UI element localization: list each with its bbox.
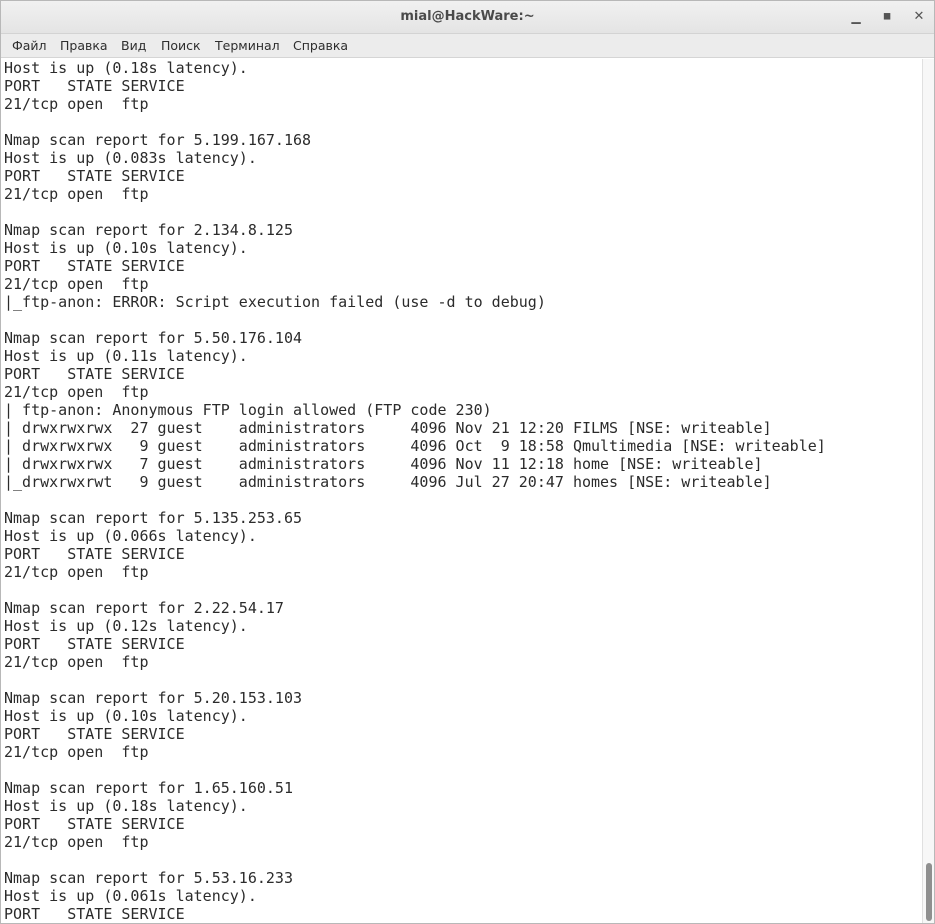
terminal-line: 21/tcp open ftp xyxy=(4,563,149,581)
terminal-line: Host is up (0.10s latency). xyxy=(4,239,248,257)
terminal-line: 21/tcp open ftp xyxy=(4,185,149,203)
terminal-line: Nmap scan report for 5.50.176.104 xyxy=(4,329,303,347)
terminal-line: PORT STATE SERVICE xyxy=(4,725,185,743)
menu-view[interactable]: Вид xyxy=(121,38,146,53)
minimize-icon[interactable]: ▁ xyxy=(847,8,865,26)
terminal-line: PORT STATE SERVICE xyxy=(4,545,185,563)
window-title: mial@HackWare:~ xyxy=(400,9,535,24)
terminal-line: Nmap scan report for 2.22.54.17 xyxy=(4,599,284,617)
menu-bar: Файл Правка Вид Поиск Терминал Справка xyxy=(1,34,934,58)
terminal-line: Host is up (0.083s latency). xyxy=(4,149,257,167)
terminal-line: Nmap scan report for 1.65.160.51 xyxy=(4,779,293,797)
terminal-line: PORT STATE SERVICE xyxy=(4,815,185,833)
terminal-line: | drwxrwxrwx 9 guest administrators 4096… xyxy=(4,437,826,455)
terminal-line: | drwxrwxrwx 27 guest administrators 409… xyxy=(4,419,772,437)
menu-help[interactable]: Справка xyxy=(293,38,348,53)
terminal-line: Host is up (0.11s latency). xyxy=(4,347,248,365)
terminal-line: Host is up (0.10s latency). xyxy=(4,707,248,725)
close-icon[interactable]: ✕ xyxy=(910,8,928,26)
terminal-line: 21/tcp open ftp xyxy=(4,833,149,851)
menu-terminal[interactable]: Терминал xyxy=(215,38,280,53)
terminal-line: 21/tcp open ftp xyxy=(4,653,149,671)
maximize-icon[interactable]: ◼ xyxy=(878,8,896,26)
terminal-line: Nmap scan report for 5.135.253.65 xyxy=(4,509,303,527)
title-bar[interactable]: mial@HackWare:~ ▁ ◼ ✕ xyxy=(1,1,934,34)
terminal-line: |_drwxrwxrwt 9 guest administrators 4096… xyxy=(4,473,772,491)
scrollbar-thumb[interactable] xyxy=(926,863,932,921)
terminal-line: | ftp-anon: Anonymous FTP login allowed … xyxy=(4,401,492,419)
terminal-line: Host is up (0.061s latency). xyxy=(4,887,257,905)
terminal-line: PORT STATE SERVICE xyxy=(4,905,185,923)
terminal-line: PORT STATE SERVICE xyxy=(4,257,185,275)
terminal-line: Nmap scan report for 5.53.16.233 xyxy=(4,869,293,887)
menu-edit[interactable]: Правка xyxy=(60,38,108,53)
terminal-line: 21/tcp open ftp xyxy=(4,383,149,401)
terminal-line: PORT STATE SERVICE xyxy=(4,77,185,95)
terminal-line: Nmap scan report for 5.20.153.103 xyxy=(4,689,303,707)
terminal-window: mial@HackWare:~ ▁ ◼ ✕ Файл Правка Вид По… xyxy=(0,0,935,924)
menu-search[interactable]: Поиск xyxy=(161,38,201,53)
terminal-line: Nmap scan report for 2.134.8.125 xyxy=(4,221,293,239)
terminal-line: Host is up (0.12s latency). xyxy=(4,617,248,635)
terminal-line: Host is up (0.18s latency). xyxy=(4,59,248,77)
terminal-line: Host is up (0.066s latency). xyxy=(4,527,257,545)
terminal-line: PORT STATE SERVICE xyxy=(4,365,185,383)
terminal-line: | drwxrwxrwx 7 guest administrators 4096… xyxy=(4,455,763,473)
terminal-line: 21/tcp open ftp xyxy=(4,275,149,293)
terminal-line: PORT STATE SERVICE xyxy=(4,635,185,653)
terminal-line: PORT STATE SERVICE xyxy=(4,167,185,185)
terminal-line: |_ftp-anon: ERROR: Script execution fail… xyxy=(4,293,546,311)
terminal-line: 21/tcp open ftp xyxy=(4,95,149,113)
vertical-scrollbar[interactable] xyxy=(922,59,934,923)
menu-file[interactable]: Файл xyxy=(12,38,47,53)
terminal-line: Nmap scan report for 5.199.167.168 xyxy=(4,131,312,149)
terminal-output[interactable]: Host is up (0.18s latency). PORT STATE SE… xyxy=(1,59,922,923)
terminal-line: 21/tcp open ftp xyxy=(4,743,149,761)
terminal-line: Host is up (0.18s latency). xyxy=(4,797,248,815)
